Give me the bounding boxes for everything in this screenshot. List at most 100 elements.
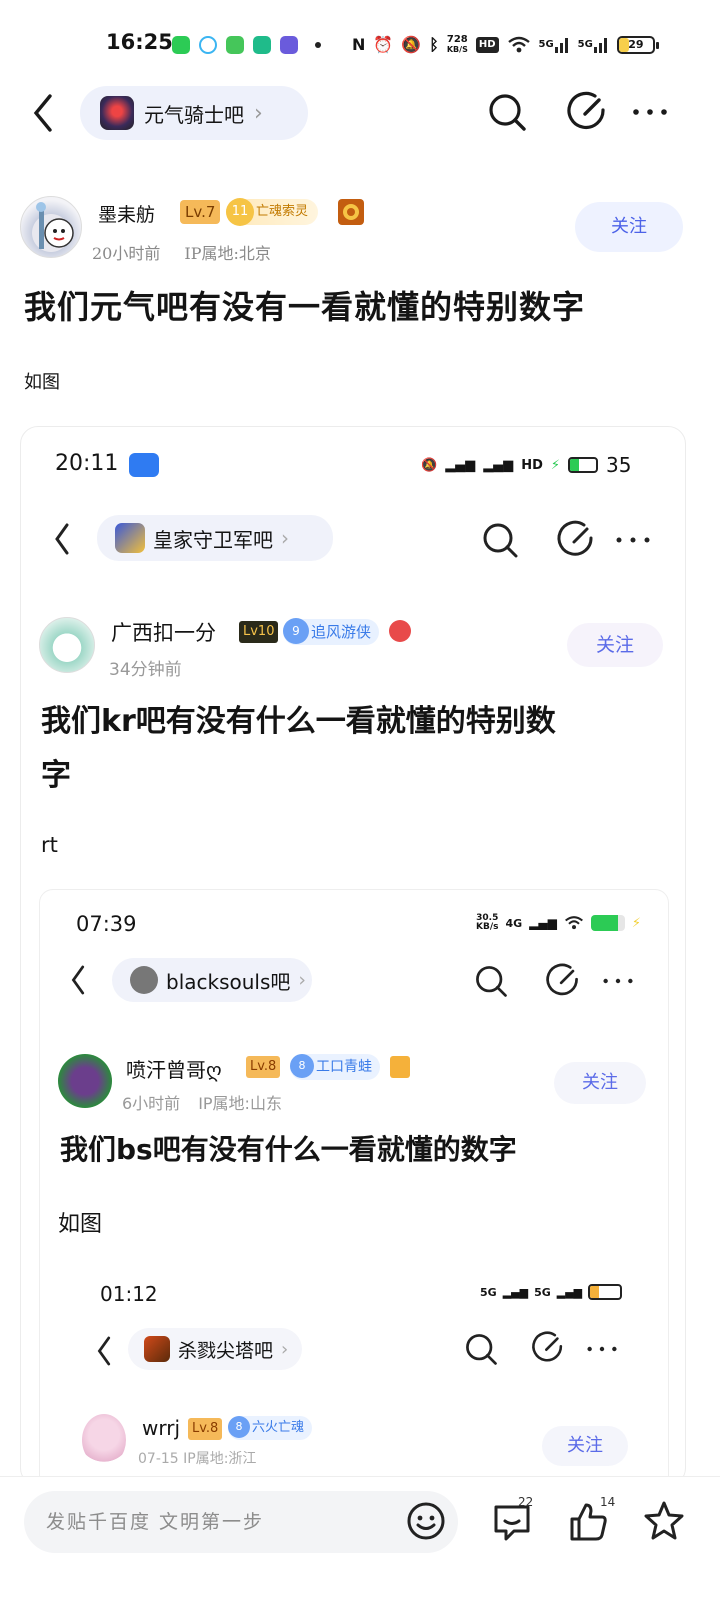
shot3-post-meta: 07-15 IP属地:浙江	[138, 1451, 257, 1467]
author-avatar[interactable]	[20, 196, 82, 258]
shot3-signal-icon-2: 5G	[534, 1285, 551, 1299]
shot3-signal-icon: 5G	[480, 1285, 497, 1299]
star-icon	[644, 1501, 684, 1540]
shot1-author-name: 广西扣一分	[111, 621, 216, 645]
shot3-container: 01:12 5G ▂▄▆ 5G ▂▄▆ 杀戮尖塔吧 › wrrj Lv.8 六火亡魂…	[76, 1268, 636, 1485]
shot2-ip-location: IP属地:山东	[198, 1094, 282, 1113]
post-body: 如图	[24, 372, 60, 393]
reply-input[interactable]: 发贴千百度 文明第一步	[24, 1491, 458, 1553]
shot2-forum-pill: blacksouls吧 ›	[112, 958, 312, 1002]
app-notification-icon	[172, 36, 190, 54]
shot1-post-time: 34分钟前	[109, 660, 182, 680]
forum-avatar	[100, 96, 134, 130]
comments-count: 22	[518, 1495, 534, 1509]
shot3-search-icon	[466, 1334, 497, 1365]
more-dots-icon	[633, 109, 667, 115]
level-badge: Lv.7	[180, 200, 221, 224]
signal-5g-icon-2: 5G	[578, 37, 609, 53]
tieba-app-icon	[280, 36, 298, 54]
shot1-back-icon	[55, 523, 69, 555]
medal-icon	[338, 199, 364, 225]
shot1-signal-icon-2: ▂▄▆	[483, 457, 514, 473]
shot1-edit-icon	[557, 520, 593, 556]
shot2-status-time: 07:39	[76, 912, 137, 936]
shot3-edit-icon	[532, 1331, 563, 1362]
shot1-charging-icon: ⚡	[550, 457, 560, 473]
shot2-charging-icon: ⚡	[631, 915, 641, 931]
shot1-search-icon	[483, 523, 518, 558]
alarm-icon: ⏰	[373, 35, 394, 54]
forum-name: 元气骑士吧	[144, 102, 244, 127]
shot2-forum-avatar	[130, 966, 158, 994]
shot2-follow-button: 关注	[554, 1062, 646, 1104]
shot1-status-time: 20:11	[55, 451, 119, 476]
shot2-badge-level: 8	[290, 1054, 314, 1078]
shot2-medal-icon	[390, 1056, 410, 1078]
shot2-signal-icon: 4G	[505, 916, 523, 930]
chevron-right-icon: ›	[254, 100, 263, 126]
shot2-battery-icon	[590, 915, 625, 931]
shot1-battery-icon	[568, 457, 598, 473]
bluetooth-icon: ᛒ	[429, 35, 439, 54]
shot1-more-icon	[616, 537, 650, 543]
shot2-more-icon	[603, 978, 633, 984]
shot2-author-name: 喷汗曾哥ღ	[126, 1058, 222, 1082]
message-app-icon	[226, 36, 244, 54]
battery-icon: 29	[616, 36, 659, 54]
shot1-battery-level: 35	[606, 453, 632, 477]
shot2-edit-icon	[546, 963, 578, 996]
shot1-hd-icon: HD	[521, 457, 543, 473]
shot2-search-icon	[476, 966, 507, 997]
shot3-author-name: wrrj	[142, 1416, 181, 1440]
back-button[interactable]	[24, 88, 64, 138]
shot2-post-body: 如图	[58, 1212, 103, 1237]
shot2-forum-name: blacksouls吧	[166, 969, 291, 994]
status-bar: 16:25 N ⏰ 🔕 ᛒ 728 KB/S HD 5G 5G 29	[0, 0, 720, 90]
more-button[interactable]	[628, 90, 672, 134]
shot1-forum-avatar	[115, 523, 145, 553]
emoji-icon	[407, 1502, 445, 1540]
shot1-status-icons: 🔕 ▂▄▆ ▂▄▆ HD ⚡ 35	[421, 453, 631, 477]
net-speed: 728 KB/S	[446, 34, 468, 55]
search-button[interactable]	[485, 90, 529, 134]
shot1-badge-level: 9	[283, 618, 309, 644]
shot2-post-time: 6小时前	[122, 1094, 181, 1113]
more-notifications-dot	[315, 42, 321, 48]
post-title: 我们元气吧有没有一看就懂的特别数字	[24, 288, 586, 326]
notification-icons	[172, 32, 321, 58]
forum-name-pill[interactable]: 元气骑士吧 ›	[80, 86, 308, 140]
shot2-status-icons: 30.5 KB/s 4G ▂▄▆ ⚡	[476, 913, 641, 932]
author-name[interactable]: 墨耒舫	[98, 200, 155, 227]
shot3-battery-icon	[588, 1284, 623, 1300]
wifi-icon	[507, 36, 530, 53]
shot3-status-icons: 5G ▂▄▆ 5G ▂▄▆	[480, 1284, 623, 1300]
ip-location: IP属地:北京	[184, 244, 271, 263]
likes-count: 14	[600, 1495, 616, 1509]
follow-button[interactable]: 关注	[575, 202, 683, 252]
shot1-post-body: rt	[41, 833, 58, 857]
shot2-post-title: 我们bs吧有没有什么一看就懂的数字	[60, 1133, 517, 1166]
compose-button[interactable]	[565, 90, 609, 134]
shot1-app-icon	[129, 453, 159, 477]
shot2-chevron-icon: ›	[298, 969, 307, 991]
favorite-button[interactable]	[642, 1499, 686, 1543]
post-time: 20小时前	[92, 244, 161, 263]
shot3-badge-level: 8	[228, 1416, 250, 1438]
mute-icon: 🔕	[401, 35, 422, 54]
post-image[interactable]: 20:11 🔕 ▂▄▆ ▂▄▆ HD ⚡ 35 皇家守卫军吧 › 广西扣一分 L…	[20, 426, 686, 1486]
shot2-container: 07:39 30.5 KB/s 4G ▂▄▆ ⚡ blacksouls吧 › 喷汗…	[39, 889, 669, 1485]
search-icon	[489, 94, 526, 131]
shot3-level-badge: Lv.8	[188, 1418, 223, 1440]
shot1-level-badge: Lv10	[239, 621, 279, 643]
status-time: 16:25	[106, 30, 173, 54]
shot3-author-avatar	[82, 1414, 126, 1466]
mobile-service-icon	[199, 36, 217, 54]
shot1-author-avatar	[39, 617, 95, 673]
music-app-icon	[253, 36, 271, 54]
shot1-follow-button: 关注	[567, 623, 663, 667]
shot1-chevron-icon: ›	[281, 526, 289, 550]
shot2-net-speed: 30.5 KB/s	[476, 913, 499, 932]
emoji-button[interactable]	[404, 1499, 448, 1543]
shot3-chevron-icon: ›	[281, 1338, 289, 1360]
shot3-more-icon	[587, 1346, 617, 1352]
